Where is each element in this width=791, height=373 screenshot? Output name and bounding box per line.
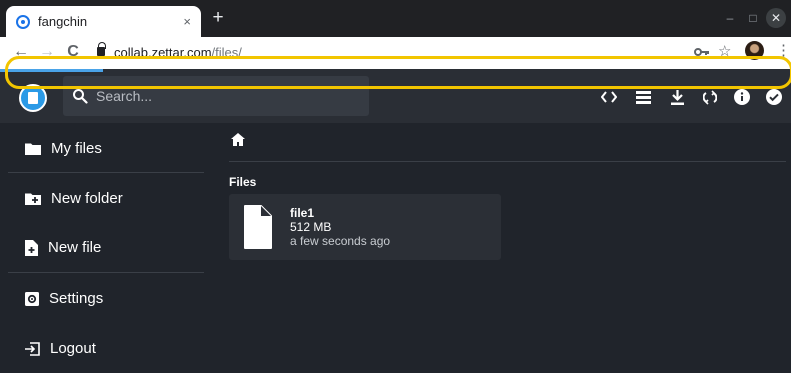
search-icon xyxy=(72,88,88,104)
file-size: 512 MB xyxy=(290,220,332,234)
maximize-icon[interactable]: □ xyxy=(743,8,763,28)
sidebar-item-label: New file xyxy=(48,239,102,256)
browser-tab[interactable]: fangchin × xyxy=(6,6,201,37)
tab-title: fangchin xyxy=(38,14,88,29)
highlight-annotation xyxy=(5,56,791,89)
new-folder-icon xyxy=(25,193,41,205)
tab-close-icon[interactable]: × xyxy=(183,14,191,29)
sidebar-item-settings[interactable]: Settings xyxy=(0,274,205,323)
file-name: file1 xyxy=(290,206,315,220)
sidebar-item-label: Logout xyxy=(50,340,96,357)
file-modified: a few seconds ago xyxy=(290,234,391,248)
settings-icon xyxy=(25,291,39,306)
sidebar-item-label: My files xyxy=(51,140,102,157)
info-icon[interactable] xyxy=(733,88,751,106)
folder-icon xyxy=(25,143,41,155)
sidebar-item-new-folder[interactable]: New folder xyxy=(0,174,205,223)
sidebar-divider xyxy=(8,272,204,273)
list-view-icon[interactable] xyxy=(634,88,652,106)
favicon-icon xyxy=(16,14,30,29)
breadcrumb-divider xyxy=(229,161,786,162)
logout-icon xyxy=(25,341,40,356)
refresh-icon[interactable] xyxy=(701,88,719,106)
sidebar-divider xyxy=(8,172,204,173)
sidebar-item-my-files[interactable]: My files xyxy=(0,124,205,173)
minimize-icon[interactable]: – xyxy=(720,8,740,28)
file-icon xyxy=(243,204,273,250)
section-title: Files xyxy=(229,175,257,189)
sidebar-item-label: New folder xyxy=(51,190,123,207)
sidebar-item-label: Settings xyxy=(49,290,104,307)
code-view-icon[interactable] xyxy=(600,88,618,106)
select-check-icon[interactable] xyxy=(765,88,783,106)
home-icon[interactable] xyxy=(231,133,245,146)
window-close-icon[interactable]: ✕ xyxy=(766,8,786,28)
lock-icon[interactable] xyxy=(97,42,106,56)
new-tab-button[interactable]: + xyxy=(209,8,227,27)
download-icon[interactable] xyxy=(668,88,686,106)
sidebar-item-new-file[interactable]: New file xyxy=(0,223,205,272)
new-file-icon xyxy=(25,239,38,256)
